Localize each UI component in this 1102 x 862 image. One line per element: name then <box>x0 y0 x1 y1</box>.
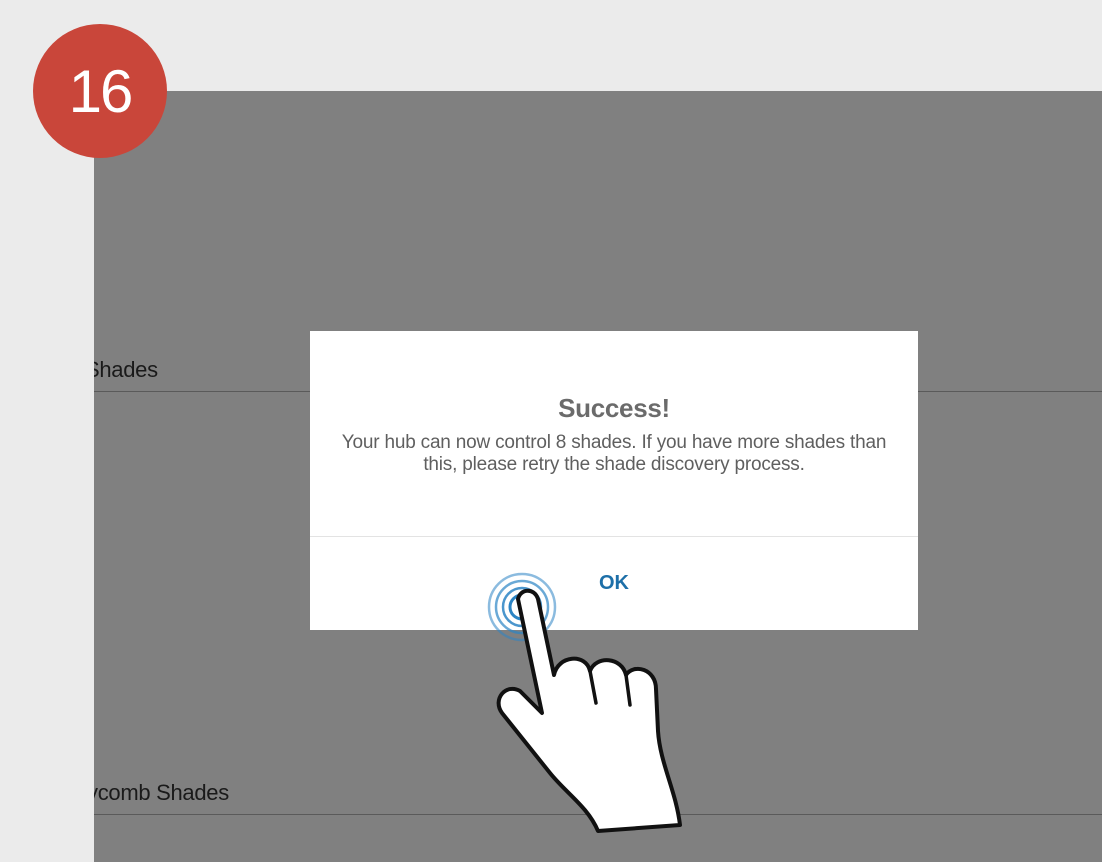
dialog-message: Your hub can now control 8 shades. If yo… <box>341 432 887 475</box>
tutorial-page: Shades ycomb Shades 16 Success! Your hub… <box>0 0 1102 862</box>
list-item-label: ycomb Shades <box>94 780 229 805</box>
list-item[interactable]: ycomb Shades <box>94 771 1102 815</box>
list-item-label: Shades <box>94 357 158 382</box>
step-number: 16 <box>68 57 134 125</box>
ok-button[interactable]: OK <box>310 537 918 630</box>
ok-button-label: OK <box>599 572 629 594</box>
step-number-badge: 16 <box>33 24 167 158</box>
dialog-title: Success! <box>558 393 670 423</box>
success-dialog: Success! Your hub can now control 8 shad… <box>310 331 918 630</box>
